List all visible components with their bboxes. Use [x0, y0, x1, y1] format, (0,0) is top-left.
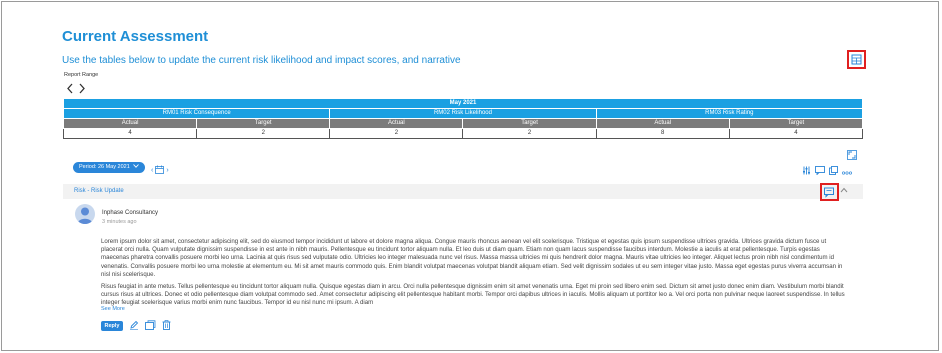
target-value-cell[interactable]: 4: [728, 128, 864, 139]
risk-scores-table: May 2021 RM01 Risk Consequence RM02 Risk…: [62, 98, 864, 139]
update-paragraph: Risus feugiat in ante metus. Tellus pell…: [101, 283, 845, 307]
highlighted-table-edit-button[interactable]: [847, 50, 866, 69]
comment-edit-icon: [824, 187, 834, 198]
edit-icon[interactable]: [129, 317, 139, 335]
chevron-right-icon[interactable]: [78, 81, 86, 99]
actual-header: Actual: [329, 118, 464, 129]
chevron-left-icon[interactable]: [66, 81, 74, 99]
update-section-bar: [63, 184, 863, 199]
actual-value-cell[interactable]: 8: [595, 128, 730, 139]
target-header: Target: [196, 118, 331, 129]
more-options-icon[interactable]: [841, 162, 853, 180]
delete-icon[interactable]: [162, 317, 171, 335]
timestamp: 3 minutes ago: [102, 219, 137, 225]
period-selector[interactable]: Period: 26 May 2021: [73, 162, 145, 173]
attach-file-icon[interactable]: [145, 317, 156, 335]
section-title: Risk - Risk Update: [74, 188, 124, 194]
calendar-icon[interactable]: [155, 161, 165, 179]
attachment-icon[interactable]: [829, 162, 838, 180]
report-range-label: Report Range: [64, 72, 99, 78]
update-paragraph: Lorem ipsum dolor sit amet, consectetur …: [101, 238, 843, 278]
highlighted-comment-button[interactable]: [820, 183, 839, 201]
see-more-link[interactable]: See More: [101, 306, 125, 312]
table-subheader-row: Actual Target Actual Target Actual Targe…: [62, 118, 864, 129]
page-subtitle: Use the tables below to update the curre…: [62, 55, 461, 66]
update-actions: Reply: [101, 317, 171, 335]
author-name: Inphase Consultancy: [102, 210, 159, 216]
actual-header: Actual: [62, 118, 198, 129]
period-nav: ‹ ›: [151, 161, 169, 179]
actual-value-cell[interactable]: 2: [329, 128, 464, 139]
actual-value-cell[interactable]: 4: [62, 128, 198, 139]
table-values-row: 4 2 2 2 8 4: [62, 128, 864, 139]
metric-header: RM03 Risk Rating: [595, 108, 864, 119]
target-header: Target: [462, 118, 597, 129]
chevron-left-icon[interactable]: ‹: [151, 167, 153, 174]
chevron-up-icon[interactable]: [840, 186, 848, 195]
update-toolbar: [802, 162, 853, 180]
page-title: Current Assessment: [62, 28, 209, 45]
table-month-row: May 2021: [63, 98, 863, 109]
chevron-down-icon: [132, 162, 139, 173]
table-metric-row: RM01 Risk Consequence RM02 Risk Likeliho…: [62, 108, 864, 119]
period-label: Period: 26 May 2021: [79, 164, 130, 170]
target-header: Target: [728, 118, 864, 129]
filter-sliders-icon[interactable]: [802, 162, 811, 180]
target-value-cell[interactable]: 2: [196, 128, 331, 139]
report-range-nav: [66, 81, 86, 99]
window-frame: Current Assessment Use the tables below …: [1, 1, 939, 351]
target-value-cell[interactable]: 2: [462, 128, 597, 139]
metric-header: RM02 Risk Likelihood: [329, 108, 597, 119]
comment-add-icon[interactable]: [815, 162, 825, 180]
month-header: May 2021: [63, 98, 863, 109]
actual-header: Actual: [595, 118, 730, 129]
reply-button[interactable]: Reply: [101, 321, 123, 331]
chevron-right-icon[interactable]: ›: [166, 167, 168, 174]
table-edit-icon: [851, 54, 862, 65]
avatar: [75, 204, 95, 224]
metric-header: RM01 Risk Consequence: [62, 108, 331, 119]
